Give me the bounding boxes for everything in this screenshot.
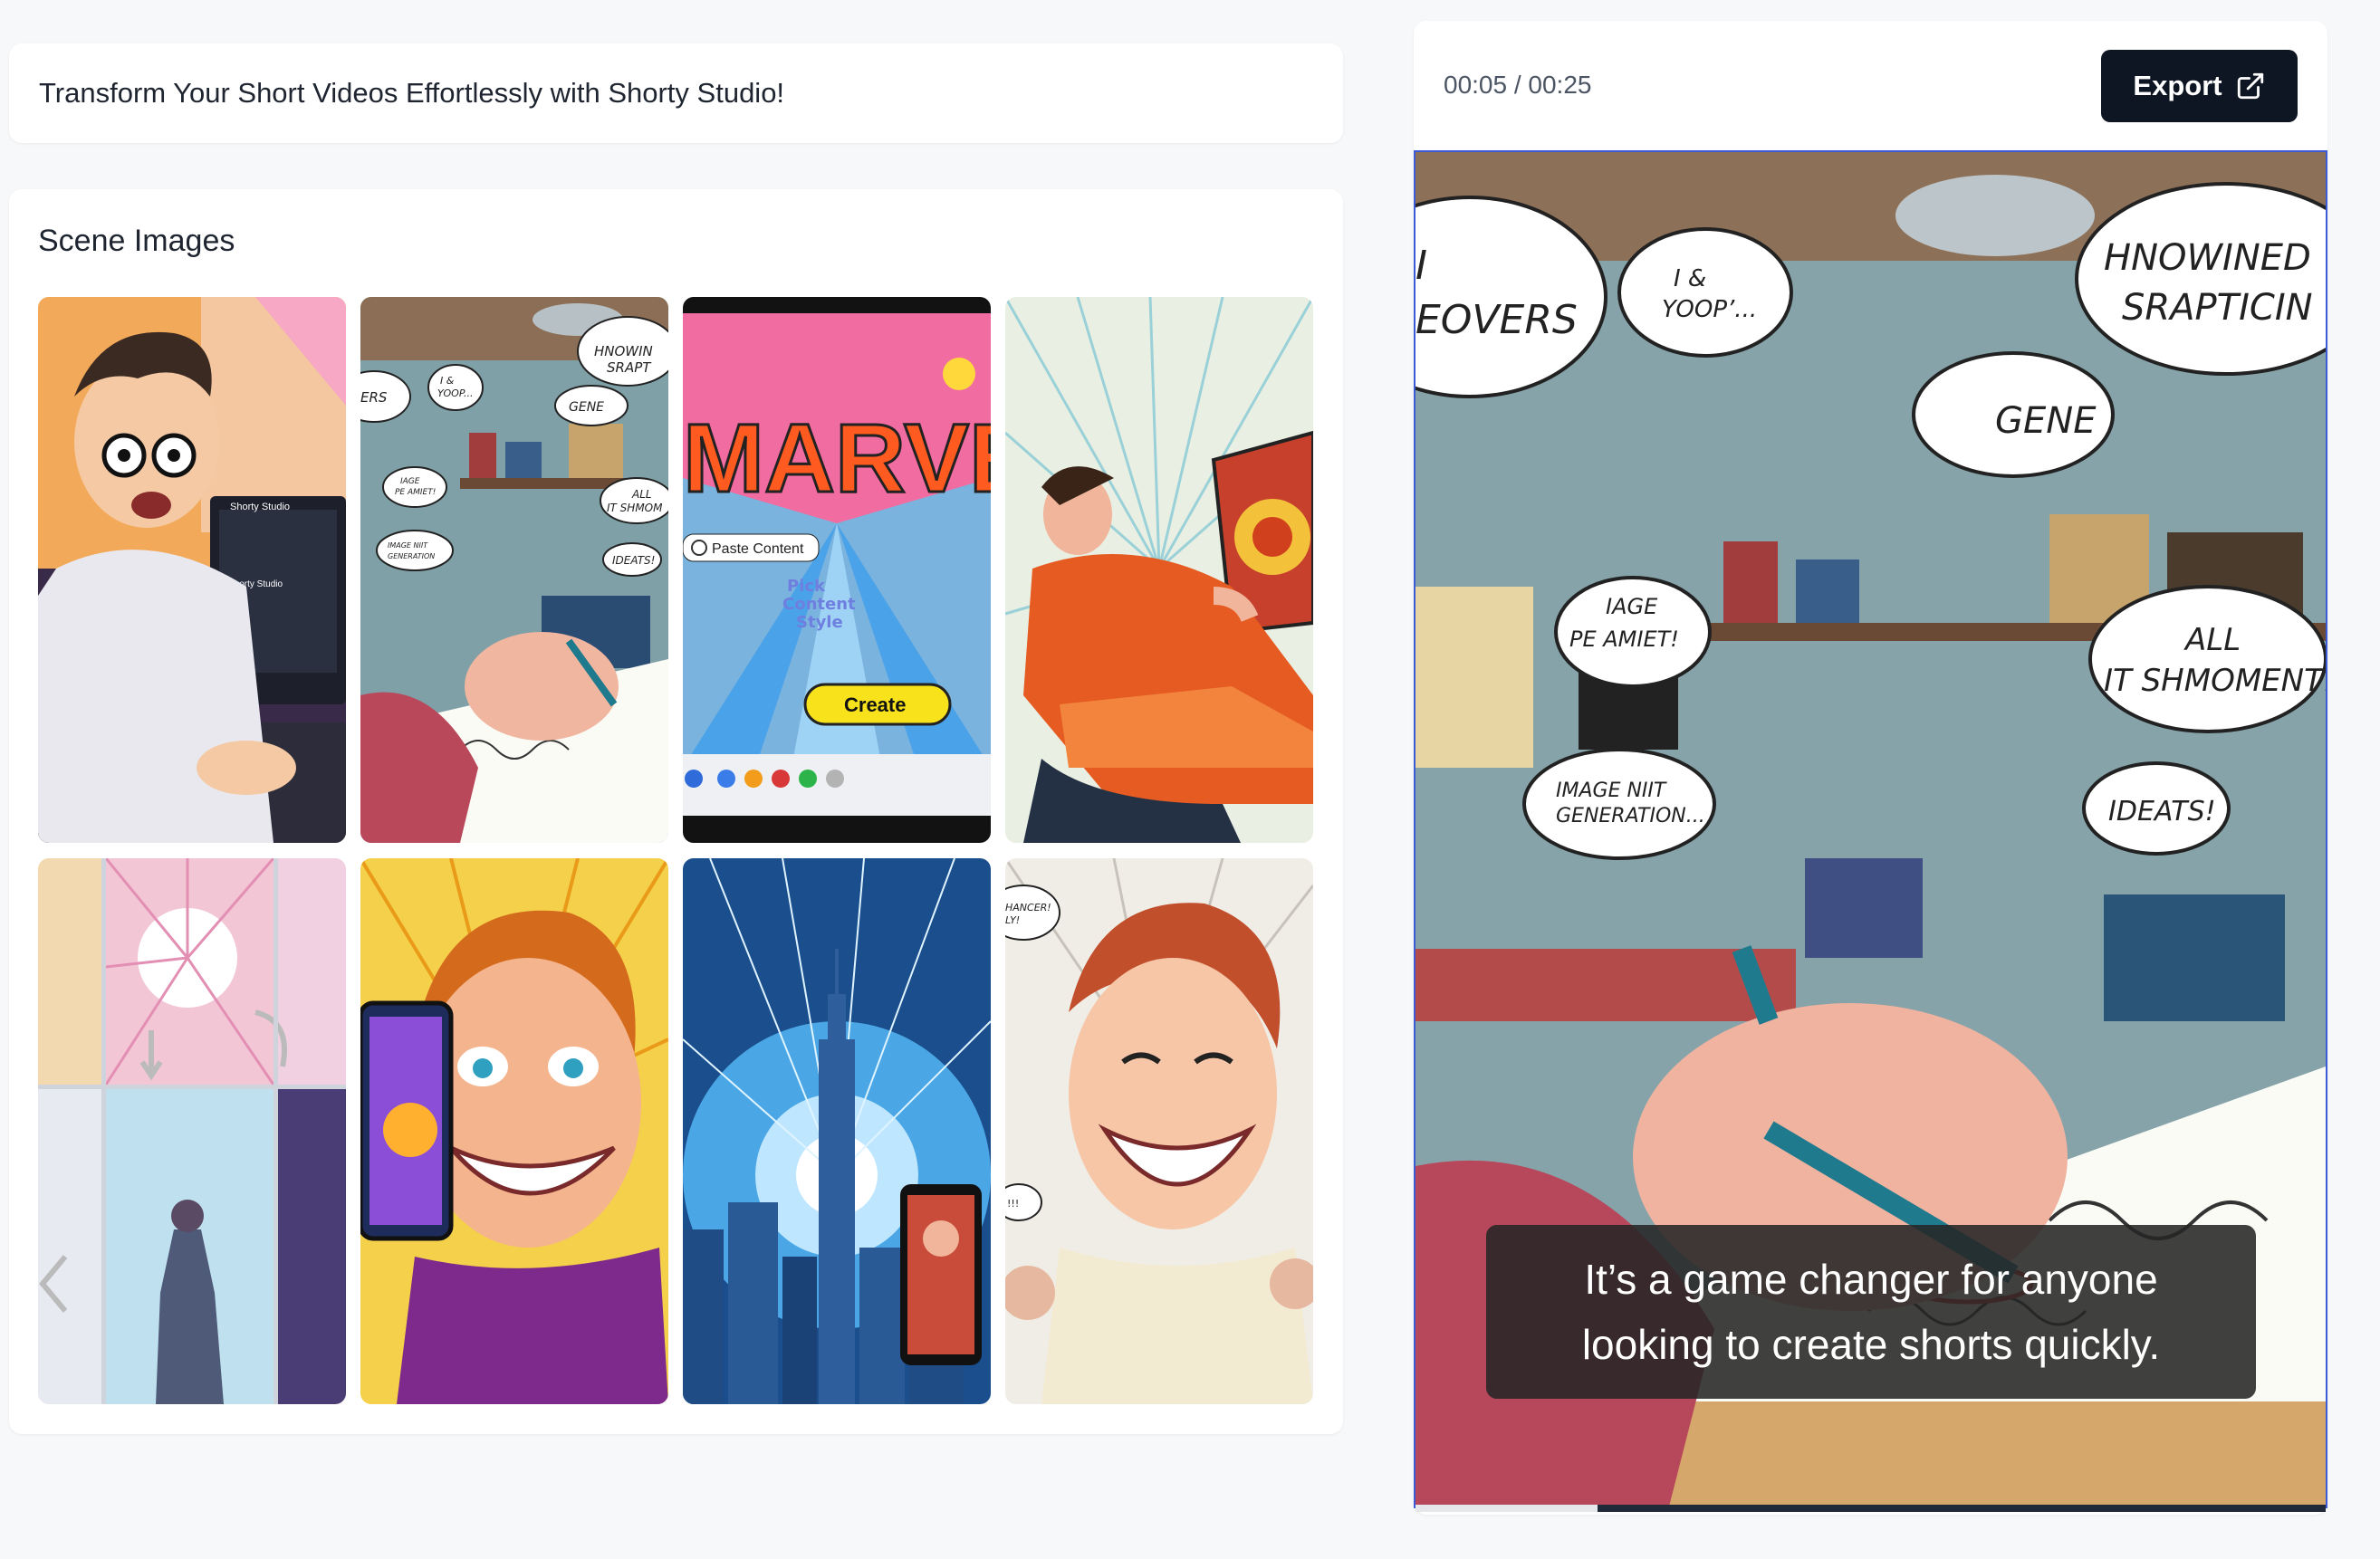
svg-text:PE AMIET!: PE AMIET! — [1569, 626, 1679, 652]
svg-text:HNOWINED: HNOWINED — [2104, 237, 2311, 279]
svg-text:SRAPT: SRAPT — [607, 359, 652, 376]
subtitle-caption: It’s a game changer for anyone looking t… — [1486, 1225, 2256, 1399]
svg-text:YOOP...: YOOP... — [437, 387, 473, 399]
svg-text:IAGE: IAGE — [1606, 594, 1658, 619]
svg-text:GENERATION...: GENERATION... — [1556, 805, 1705, 827]
svg-text:IT SHMOMENT!: IT SHMOMENT! — [2104, 663, 2326, 699]
scene-image-5[interactable] — [38, 858, 346, 1404]
playback-time: 00:05 / 00:25 — [1444, 71, 1592, 99]
svg-text:Paste Content: Paste Content — [712, 541, 804, 557]
svg-text:IDEATS!: IDEATS! — [2108, 796, 2216, 827]
svg-text:PE AMIET!: PE AMIET! — [395, 488, 436, 497]
svg-text:YOOP’...: YOOP’... — [1662, 296, 1757, 323]
scene-image-1[interactable]: Shorty Studio Shorty Studio — [38, 297, 346, 843]
svg-text:I &: I & — [440, 375, 455, 387]
page-title: Transform Your Short Videos Effortlessly… — [39, 77, 785, 109]
scene-image-3[interactable]: MARVEL Paste Content Pick Content Style … — [683, 297, 991, 843]
svg-text:Create: Create — [844, 693, 906, 716]
scene-image-6[interactable] — [360, 858, 668, 1404]
playback-progress-fill — [1416, 1505, 1598, 1512]
svg-text:LY!: LY! — [1005, 914, 1020, 926]
title-card: Transform Your Short Videos Effortlessly… — [9, 43, 1343, 143]
external-link-icon — [2237, 72, 2263, 100]
svg-text:Shorty Studio: Shorty Studio — [230, 502, 290, 512]
svg-text:ALL: ALL — [631, 488, 652, 501]
svg-text:HANCER!: HANCER! — [1005, 902, 1051, 913]
video-preview[interactable]: I EOVERS I & YOOP’... HNOWINED SRAPTICIN… — [1414, 150, 2327, 1508]
svg-text:SRAPTICIN: SRAPTICIN — [2122, 287, 2313, 329]
subtitle-text: It’s a game changer for anyone looking t… — [1581, 1256, 2161, 1368]
svg-text:I &: I & — [1674, 265, 1706, 292]
export-button-label: Export — [2133, 70, 2222, 101]
playback-progress-bar[interactable] — [1416, 1505, 2326, 1512]
scene-image-grid: Shorty Studio Shorty Studio HNOWIN SRAPT… — [38, 297, 1313, 1404]
svg-text:!!!: !!! — [1007, 1198, 1019, 1210]
svg-text:I: I — [1416, 243, 1427, 289]
scene-image-8[interactable]: HANCER! LY! !!! — [1005, 858, 1313, 1404]
svg-text:Pick: Pick — [787, 577, 826, 596]
svg-text:IDEATS!: IDEATS! — [612, 554, 655, 567]
svg-text:ERS: ERS — [360, 389, 388, 406]
svg-text:IMAGE NIIT: IMAGE NIIT — [1556, 780, 1667, 802]
svg-text:EOVERS: EOVERS — [1416, 297, 1578, 343]
svg-text:ALL: ALL — [2183, 622, 2241, 658]
svg-text:IT SHMOM: IT SHMOM — [607, 502, 663, 514]
scene-images-panel: Scene Images Shorty Studio Shorty Studio — [9, 189, 1343, 1434]
svg-text:GENE: GENE — [1995, 400, 2097, 442]
scene-image-7[interactable] — [683, 858, 991, 1404]
svg-text:HNOWIN: HNOWIN — [594, 343, 653, 359]
svg-text:MARVEL: MARVEL — [683, 403, 991, 512]
svg-text:GENE: GENE — [569, 400, 604, 415]
export-button[interactable]: Export — [2101, 50, 2298, 122]
svg-text:IAGE: IAGE — [400, 477, 420, 486]
svg-text:Style: Style — [796, 613, 843, 632]
scene-image-4[interactable] — [1005, 297, 1313, 843]
scene-image-2[interactable]: HNOWIN SRAPT ERS I & YOOP... GENE IAGE P… — [360, 297, 668, 843]
svg-text:GENERATION: GENERATION — [388, 552, 435, 560]
svg-text:IMAGE NIIT: IMAGE NIIT — [388, 541, 428, 550]
scene-images-heading: Scene Images — [38, 224, 235, 258]
svg-text:Content: Content — [782, 595, 856, 614]
